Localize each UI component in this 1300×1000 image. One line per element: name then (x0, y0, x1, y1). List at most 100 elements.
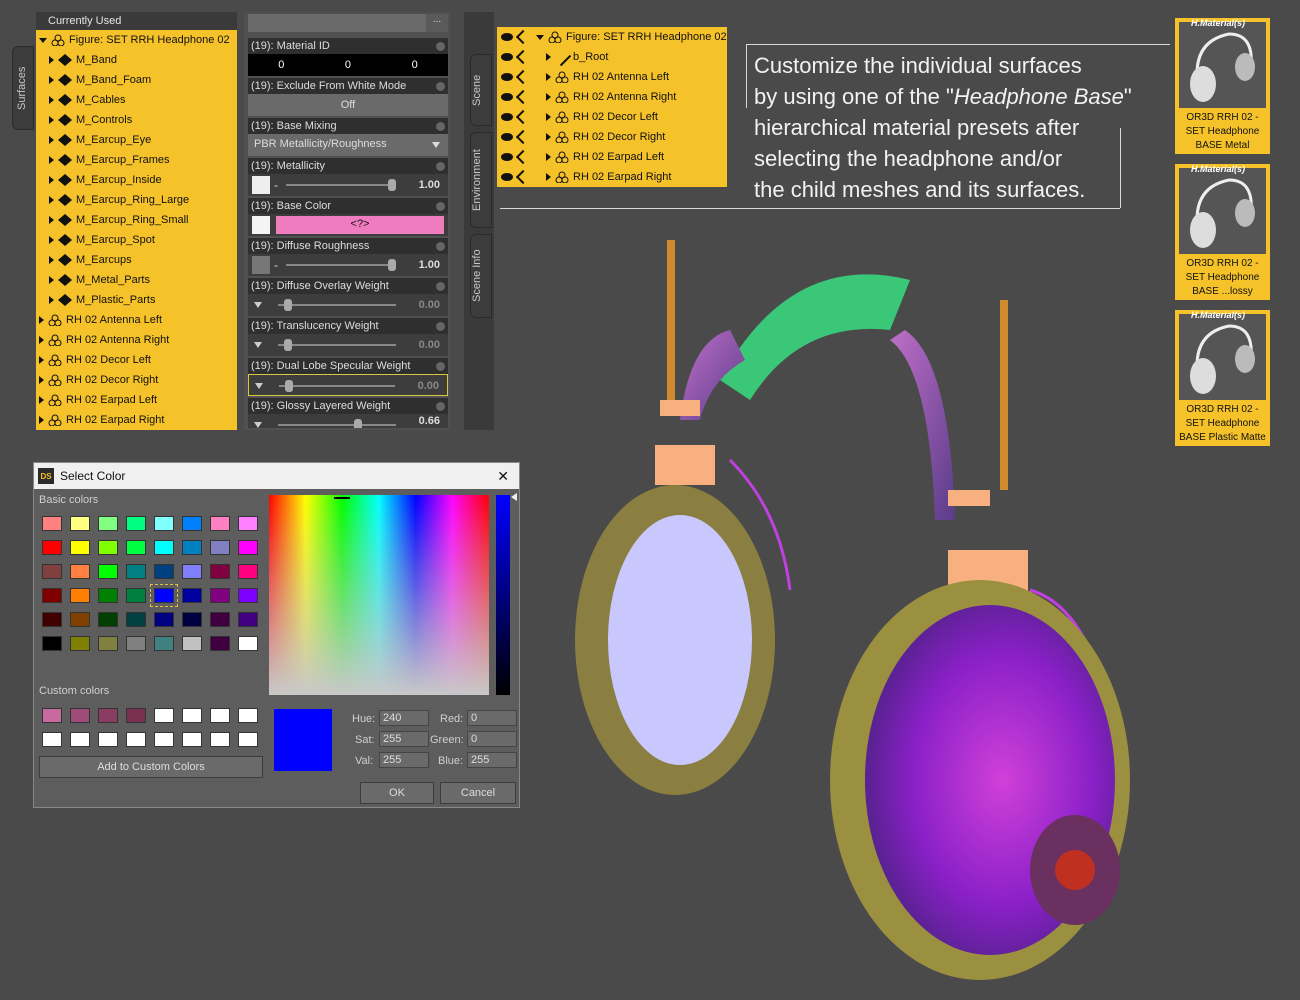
glossy-layered-slider[interactable] (278, 424, 396, 426)
expand-icon[interactable] (49, 216, 54, 224)
expand-icon[interactable] (49, 156, 54, 164)
blue-input[interactable]: 255 (467, 752, 517, 768)
surface-item[interactable]: M_Earcup_Eye (36, 130, 237, 150)
basic-color-swatch[interactable] (70, 612, 90, 627)
basic-color-swatch[interactable] (238, 516, 258, 531)
texture-map-icon[interactable] (252, 256, 270, 274)
expand-icon[interactable] (49, 256, 54, 264)
basic-color-swatch[interactable] (210, 564, 230, 579)
gear-icon[interactable] (436, 82, 445, 91)
eye-icon[interactable] (501, 133, 513, 141)
material-preset-thumbnail[interactable]: H.Material(s) OR3D RRH 02 - SET Headphone B… (1175, 310, 1270, 446)
scene-figure-row[interactable]: Figure: SET RRH Headphone 02 (497, 27, 727, 47)
ok-button[interactable]: OK (360, 782, 434, 804)
basic-color-swatch[interactable] (154, 516, 174, 531)
surface-item[interactable]: M_Band_Foam (36, 70, 237, 90)
basic-color-swatch[interactable] (42, 564, 62, 579)
expand-icon[interactable] (546, 73, 551, 81)
green-input[interactable]: 0 (467, 731, 517, 747)
material-id-y[interactable]: 0 (345, 59, 351, 71)
custom-color-swatch[interactable] (238, 708, 258, 723)
surface-item[interactable]: M_Plastic_Parts (36, 290, 237, 310)
child-figure-item[interactable]: RH 02 Decor Right (36, 370, 237, 390)
child-figure-item[interactable]: RH 02 Earpad Right (36, 410, 237, 430)
gear-icon[interactable] (436, 162, 445, 171)
surface-item[interactable]: M_Earcup_Frames (36, 150, 237, 170)
eye-icon[interactable] (501, 173, 513, 181)
expand-icon[interactable] (49, 76, 54, 84)
translucency-value[interactable]: 0.00 (419, 339, 440, 351)
chevron-down-icon[interactable] (254, 302, 262, 308)
surface-item[interactable]: M_Earcups (36, 250, 237, 270)
gear-icon[interactable] (436, 322, 445, 331)
basic-color-swatch[interactable] (154, 564, 174, 579)
diffuse-overlay-slider[interactable] (278, 304, 396, 306)
basic-color-swatch[interactable] (238, 540, 258, 555)
base-color-swatch[interactable]: <?> (276, 216, 444, 234)
surface-item[interactable]: M_Earcup_Spot (36, 230, 237, 250)
metallicity-value[interactable]: 1.00 (419, 179, 440, 191)
eye-icon[interactable] (501, 113, 513, 121)
slider-knob[interactable] (285, 380, 293, 392)
expand-icon[interactable] (39, 416, 44, 424)
basic-color-swatch[interactable] (210, 516, 230, 531)
basic-color-swatch[interactable] (42, 588, 62, 603)
expand-icon[interactable] (49, 136, 54, 144)
basic-color-swatch[interactable] (70, 636, 90, 651)
gear-icon[interactable] (436, 202, 445, 211)
dialog-titlebar[interactable]: DS Select Color ✕ (34, 463, 519, 489)
expand-icon[interactable] (39, 336, 44, 344)
select-arrow-icon[interactable] (515, 89, 531, 105)
custom-color-swatch[interactable] (182, 708, 202, 723)
material-id-z[interactable]: 0 (412, 59, 418, 71)
texture-map-icon[interactable] (252, 216, 270, 234)
chevron-down-icon[interactable] (255, 383, 263, 389)
gear-icon[interactable] (436, 42, 445, 51)
material-preset-thumbnail[interactable]: H.Material(s) OR3D RRH 02 - SET Headphone B… (1175, 18, 1270, 154)
custom-color-swatch[interactable] (126, 708, 146, 723)
select-arrow-icon[interactable] (515, 149, 531, 165)
slider-knob[interactable] (354, 419, 362, 428)
material-preset-thumbnail[interactable]: H.Material(s) OR3D RRH 02 - SET Headphone B… (1175, 164, 1270, 300)
basic-color-swatch[interactable] (70, 588, 90, 603)
basic-color-swatch[interactable] (154, 540, 174, 555)
custom-color-swatch[interactable] (70, 708, 90, 723)
expand-icon[interactable] (49, 96, 54, 104)
gear-icon[interactable] (436, 242, 445, 251)
custom-color-swatch[interactable] (238, 732, 258, 747)
custom-color-swatch[interactable] (42, 708, 62, 723)
basic-color-swatch[interactable] (42, 612, 62, 627)
hue-saturation-field[interactable] (269, 495, 489, 695)
base-mixing-select[interactable]: PBR Metallicity/Roughness (248, 134, 448, 156)
basic-color-swatch[interactable] (98, 612, 118, 627)
chevron-down-icon[interactable] (254, 422, 262, 428)
basic-color-swatch[interactable] (150, 584, 178, 607)
expand-icon[interactable] (546, 93, 551, 101)
expand-icon[interactable] (546, 113, 551, 121)
basic-color-swatch[interactable] (182, 540, 202, 555)
surface-item[interactable]: M_Earcup_Ring_Small (36, 210, 237, 230)
basic-color-swatch[interactable] (126, 516, 146, 531)
val-input[interactable]: 255 (379, 752, 429, 768)
slider-knob[interactable] (388, 259, 396, 271)
expand-icon[interactable] (546, 153, 551, 161)
child-figure-item[interactable]: RH 02 Earpad Left (36, 390, 237, 410)
properties-filter-field[interactable] (248, 14, 426, 32)
cancel-button[interactable]: Cancel (440, 782, 516, 804)
scene-node-item[interactable]: RH 02 Decor Right (497, 127, 727, 147)
basic-color-swatch[interactable] (98, 588, 118, 603)
gear-icon[interactable] (436, 362, 445, 371)
tab-surfaces[interactable]: Surfaces (12, 46, 34, 130)
eye-icon[interactable] (501, 73, 513, 81)
basic-color-swatch[interactable] (182, 588, 202, 603)
scene-node-item[interactable]: RH 02 Antenna Right (497, 87, 727, 107)
value-slider[interactable] (496, 495, 510, 695)
basic-color-swatch[interactable] (126, 564, 146, 579)
gear-icon[interactable] (436, 402, 445, 411)
surface-item[interactable]: M_Cables (36, 90, 237, 110)
expand-icon[interactable] (49, 296, 54, 304)
value-slider-arrow-icon[interactable] (511, 493, 517, 501)
translucency-slider[interactable] (278, 344, 396, 346)
basic-color-swatch[interactable] (238, 588, 258, 603)
basic-color-swatch[interactable] (98, 636, 118, 651)
